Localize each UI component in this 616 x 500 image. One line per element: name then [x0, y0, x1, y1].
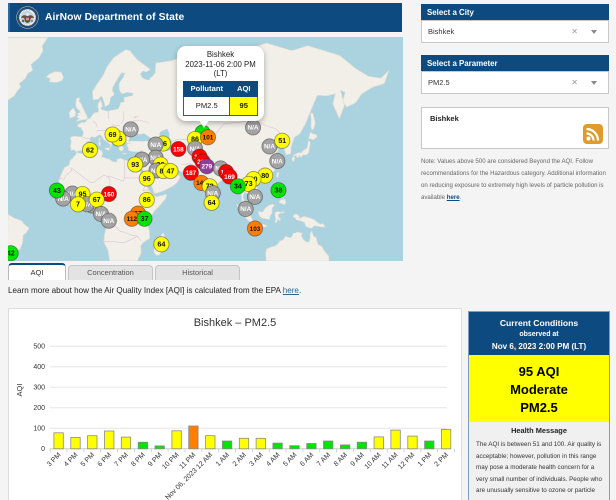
- svg-text:64: 64: [157, 240, 165, 249]
- svg-text:N/A: N/A: [103, 218, 114, 225]
- svg-text:N/A: N/A: [272, 158, 283, 165]
- svg-text:103: 103: [250, 226, 261, 233]
- svg-text:51: 51: [278, 136, 286, 145]
- svg-text:34: 34: [234, 182, 242, 191]
- svg-text:43: 43: [53, 186, 61, 195]
- svg-text:42: 42: [8, 249, 15, 258]
- svg-text:0: 0: [41, 446, 45, 453]
- svg-text:7: 7: [76, 200, 80, 209]
- svg-text:112: 112: [127, 216, 138, 223]
- svg-text:10 PM: 10 PM: [161, 452, 180, 471]
- svg-text:6 AM: 6 AM: [299, 452, 315, 468]
- svg-text:6 PM: 6 PM: [97, 452, 114, 469]
- svg-text:400: 400: [33, 364, 45, 371]
- svg-text:4 PM: 4 PM: [63, 452, 80, 469]
- svg-text:96: 96: [143, 174, 151, 183]
- svg-text:8 PM: 8 PM: [130, 452, 147, 469]
- svg-text:AQI: AQI: [15, 384, 24, 397]
- svg-text:8 AM: 8 AM: [333, 452, 349, 468]
- svg-text:5 AM: 5 AM: [282, 452, 298, 468]
- svg-text:200: 200: [33, 405, 45, 412]
- svg-text:4 AM: 4 AM: [265, 452, 281, 468]
- svg-text:N/A: N/A: [249, 194, 260, 201]
- svg-text:5 PM: 5 PM: [80, 452, 97, 469]
- svg-text:37: 37: [141, 214, 149, 223]
- svg-text:93: 93: [131, 160, 139, 169]
- svg-text:N/A: N/A: [150, 142, 161, 149]
- svg-text:7 PM: 7 PM: [113, 452, 130, 469]
- svg-text:1 AM: 1 AM: [215, 452, 231, 468]
- svg-text:10 AM: 10 AM: [364, 452, 383, 471]
- svg-text:300: 300: [33, 385, 45, 392]
- svg-text:N/A: N/A: [247, 125, 258, 132]
- svg-text:62: 62: [86, 145, 94, 154]
- svg-text:100: 100: [33, 426, 45, 433]
- svg-text:158: 158: [173, 146, 184, 153]
- svg-text:86: 86: [143, 195, 151, 204]
- svg-text:1 PM: 1 PM: [417, 452, 434, 469]
- svg-text:101: 101: [203, 135, 214, 142]
- svg-text:N/A: N/A: [240, 206, 251, 213]
- svg-text:3 AM: 3 AM: [248, 452, 264, 468]
- svg-text:187: 187: [186, 170, 197, 177]
- svg-text:N/A: N/A: [264, 144, 275, 151]
- svg-text:69: 69: [109, 130, 117, 139]
- svg-text:500: 500: [33, 344, 45, 351]
- svg-text:2 PM: 2 PM: [434, 452, 451, 469]
- svg-text:N/A: N/A: [125, 127, 136, 134]
- svg-text:11 AM: 11 AM: [381, 452, 400, 471]
- svg-text:80: 80: [261, 171, 269, 180]
- svg-text:38: 38: [275, 186, 283, 195]
- svg-text:3 PM: 3 PM: [46, 452, 63, 469]
- svg-text:160: 160: [104, 191, 115, 198]
- svg-text:64: 64: [208, 198, 216, 207]
- svg-text:7 AM: 7 AM: [316, 452, 332, 468]
- svg-text:67: 67: [93, 195, 101, 204]
- svg-text:2 AM: 2 AM: [232, 452, 248, 468]
- svg-text:12 PM: 12 PM: [397, 452, 416, 471]
- svg-text:279: 279: [201, 164, 212, 171]
- svg-text:47: 47: [167, 166, 175, 175]
